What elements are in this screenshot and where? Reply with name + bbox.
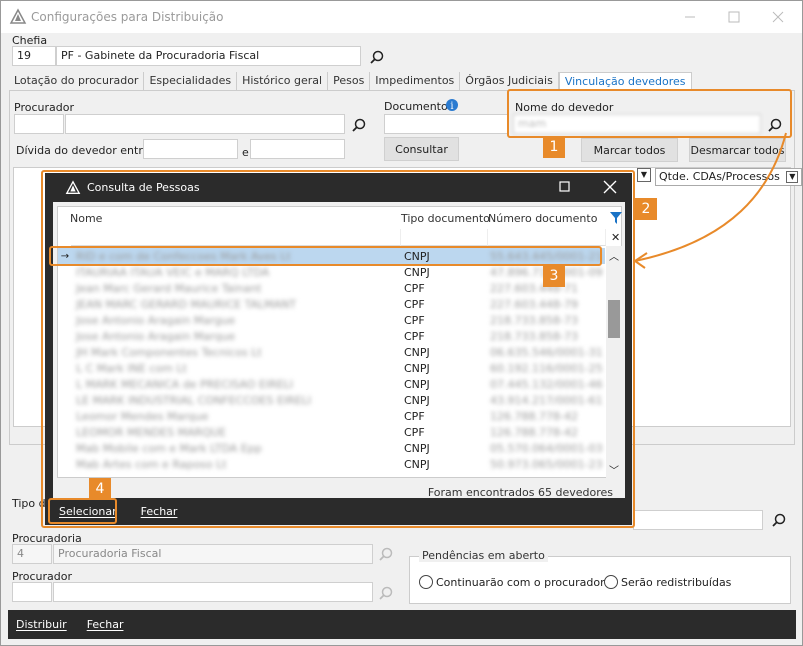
close-button[interactable] [756, 1, 800, 33]
procurador-label: Procurador [14, 101, 74, 114]
documento-input[interactable] [384, 114, 509, 134]
search-icon [379, 547, 393, 561]
procurador-lower-search-button[interactable] [376, 583, 396, 603]
procurador-code-input[interactable] [14, 114, 64, 134]
search-icon [352, 118, 366, 132]
procurador-lower-name-input[interactable] [53, 582, 373, 602]
search-icon [379, 586, 393, 600]
distribuir-button[interactable]: Distribuir [16, 618, 67, 631]
chefia-code-input[interactable]: 19 [12, 46, 56, 66]
fechar-button[interactable]: Fechar [87, 618, 124, 631]
procuradoria-code-input[interactable]: 4 [12, 544, 52, 564]
minimize-button[interactable] [668, 1, 712, 33]
divida-e-label: e [242, 146, 249, 159]
radio-circle-icon [419, 575, 433, 589]
callout-badge-4: 4 [89, 478, 111, 500]
radio-circle-icon [604, 575, 618, 589]
procurador-search-button[interactable] [349, 115, 369, 135]
callout-badge-3: 3 [543, 265, 565, 287]
callout-highlight-4 [48, 498, 117, 524]
procuradoria-name-input[interactable]: Procuradoria Fiscal [53, 544, 373, 564]
chefia-search-button[interactable] [367, 47, 387, 67]
divida-label: Dívida do devedor entre [16, 144, 150, 157]
bottom-toolbar: Distribuir Fechar [8, 610, 796, 639]
close-icon [772, 11, 784, 23]
tab-lotacao[interactable]: Lotação do procurador [9, 72, 145, 91]
info-button[interactable]: i [444, 97, 460, 113]
tipo-search-button[interactable] [769, 510, 789, 530]
procuradoria-search-button[interactable] [376, 544, 396, 564]
documento-label: Documento [384, 100, 448, 113]
chefia-name-input[interactable]: PF - Gabinete da Procuradoria Fiscal [56, 46, 361, 66]
callout-arrow [634, 132, 787, 269]
procurador-lower-code-input[interactable] [12, 582, 52, 602]
search-icon [370, 50, 384, 64]
window-title: Configurações para Distribuição [31, 10, 224, 24]
radio-redistribuidas-label: Serão redistribuídas [621, 575, 732, 589]
tab-impedimentos[interactable]: Impedimentos [370, 72, 461, 91]
tipo-input[interactable] [633, 510, 763, 530]
pendencias-title: Pendências em aberto [419, 549, 548, 562]
callout-badge-1: 1 [543, 136, 565, 158]
callout-highlight-3 [49, 246, 602, 266]
minimize-icon [685, 16, 695, 18]
search-icon [772, 513, 786, 527]
radio-continuarao-label: Continuarão com o procurador [436, 575, 605, 589]
info-icon: i [446, 99, 458, 112]
radio-redistribuidas[interactable]: Serão redistribuídas [604, 575, 731, 589]
procurador-name-input[interactable] [65, 114, 345, 134]
divida-min-input[interactable] [143, 139, 238, 159]
radio-continuarao[interactable]: Continuarão com o procurador [419, 575, 605, 589]
svg-text:i: i [450, 101, 453, 112]
consultar-button[interactable]: Consultar [384, 137, 459, 161]
tab-pesos[interactable]: Pesos [328, 72, 371, 91]
maximize-button[interactable] [712, 1, 756, 33]
callout-highlight-2 [41, 170, 635, 528]
title-bar: Configurações para Distribuição [1, 1, 802, 33]
app-logo-icon [9, 8, 27, 24]
maximize-icon [728, 11, 740, 23]
tab-especialidades[interactable]: Especialidades [144, 72, 238, 91]
main-window: Configurações para Distribuição Chefia 1… [0, 0, 803, 646]
tab-historico[interactable]: Histórico geral [237, 72, 329, 91]
divida-max-input[interactable] [250, 139, 345, 159]
